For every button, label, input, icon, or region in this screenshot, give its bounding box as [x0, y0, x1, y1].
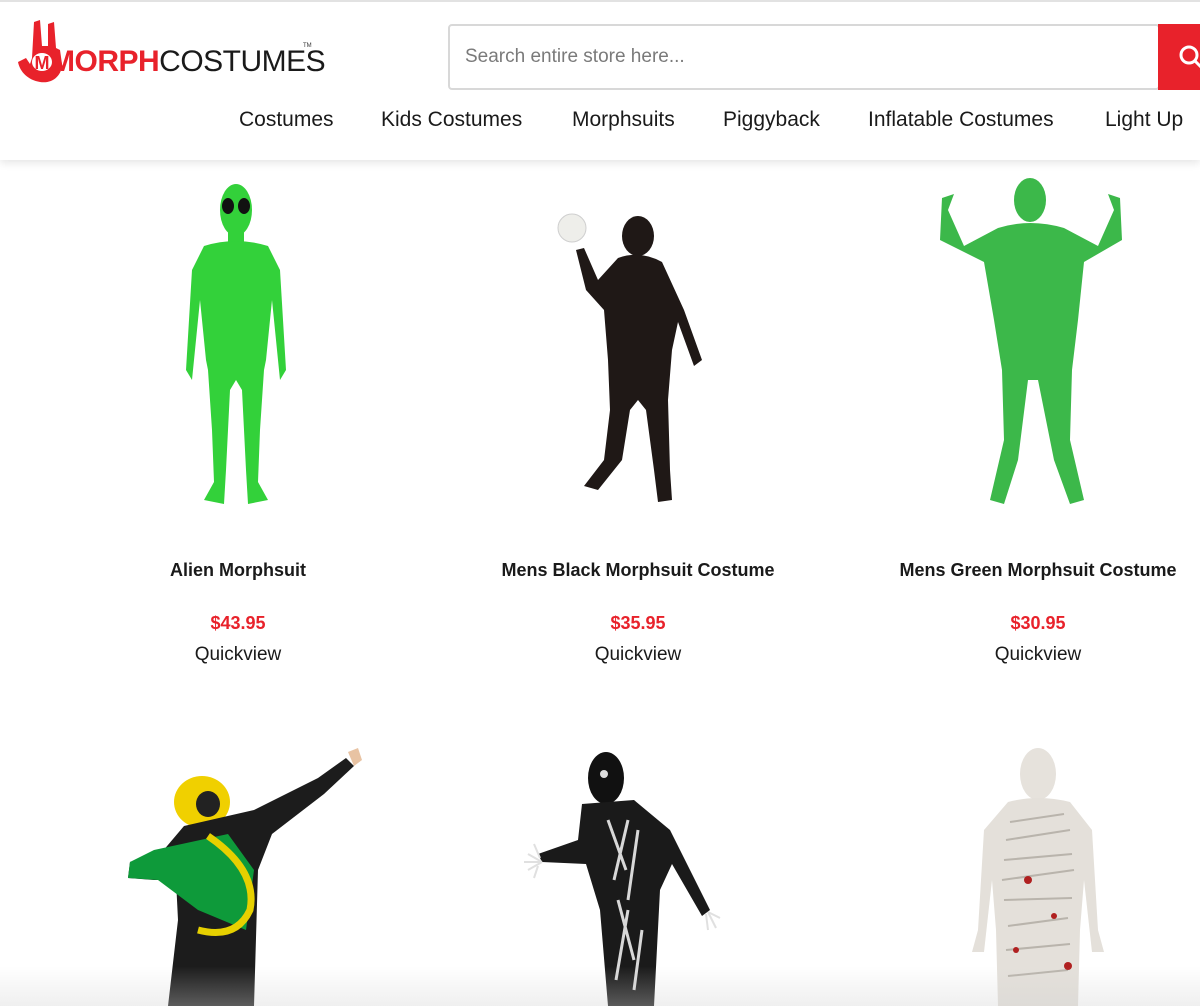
mummy-morphsuit-image[interactable] — [858, 730, 1200, 1006]
product-price: $43.95 — [210, 613, 266, 633]
nav-item-light-up[interactable]: Light Up — [1105, 108, 1183, 132]
nav-item-piggyback[interactable]: Piggyback — [723, 108, 820, 132]
alien-morphsuit-image[interactable] — [58, 170, 418, 530]
logo-wordmark: MORPHCOSTUMES — [50, 45, 326, 79]
quickview-link[interactable]: Quickview — [938, 644, 1138, 666]
mens-black-morphsuit-image[interactable] — [458, 170, 818, 530]
svg-text:M: M — [35, 53, 50, 73]
search-input[interactable] — [448, 24, 1160, 90]
search-icon — [1179, 45, 1200, 69]
bone-morphsuit-image[interactable] — [458, 730, 818, 1006]
product-price: $30.95 — [1010, 613, 1066, 633]
logo-costumes-text: COSTUMES — [159, 45, 326, 78]
nav-item-costumes[interactable]: Costumes — [239, 108, 334, 132]
jamaica-morphsuit-image[interactable] — [58, 730, 418, 1006]
main-navigation: Costumes Kids Costumes Morphsuits Piggyb… — [0, 108, 1200, 138]
product-name[interactable]: Mens Green Morphsuit Costume — [838, 560, 1200, 581]
product-price: $35.95 — [610, 613, 666, 633]
nav-item-inflatable-costumes[interactable]: Inflatable Costumes — [868, 108, 1054, 132]
logo-morph-text: MORPH — [50, 45, 160, 78]
mens-green-morphsuit-image[interactable] — [858, 170, 1200, 530]
logo-trademark: TM — [303, 43, 312, 49]
site-header: M MORPHCOSTUMES TM Costumes Kids Costume… — [0, 0, 1200, 160]
product-name[interactable]: Mens Black Morphsuit Costume — [438, 560, 838, 581]
nav-item-kids-costumes[interactable]: Kids Costumes — [381, 108, 522, 132]
quickview-link[interactable]: Quickview — [138, 644, 338, 666]
nav-item-morphsuits[interactable]: Morphsuits — [572, 108, 675, 132]
product-grid: Alien Morphsuit $43.95 Quickview Mens Bl… — [0, 160, 1200, 1006]
search-button[interactable] — [1158, 24, 1200, 90]
bottom-fade — [0, 966, 1200, 1006]
product-name[interactable]: Alien Morphsuit — [38, 560, 438, 581]
quickview-link[interactable]: Quickview — [538, 644, 738, 666]
morphcostumes-logo[interactable]: M MORPHCOSTUMES TM — [16, 18, 326, 86]
